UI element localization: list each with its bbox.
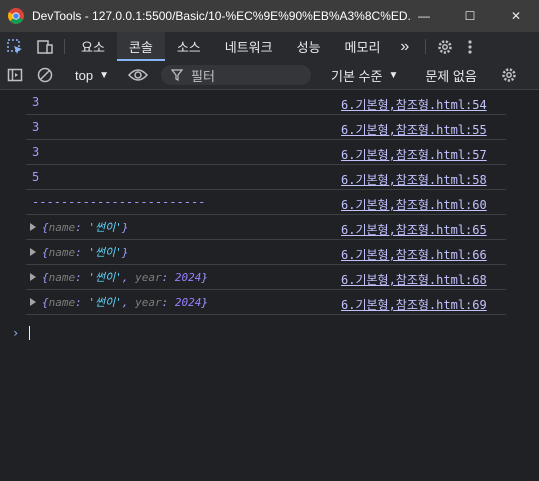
source-link[interactable]: 6.기본형,참조형.html:55 <box>341 121 503 138</box>
minimize-button[interactable]: — <box>401 0 447 32</box>
maximize-button[interactable]: ☐ <box>447 0 493 32</box>
devtools-tabbar: 요소 콘솔 소스 네트워크 성능 메모리 » <box>0 32 539 62</box>
property-value: 2024 <box>174 271 202 284</box>
tab-console[interactable]: 콘솔 <box>116 32 165 61</box>
gear-icon <box>502 68 516 82</box>
sidebar-toggle-button[interactable] <box>0 67 30 83</box>
console-message-row[interactable]: {name: '썬이'} 6.기본형,참조형.html:65 <box>26 215 506 240</box>
property-value: 2024 <box>174 296 202 309</box>
gear-icon <box>438 39 453 54</box>
source-link[interactable]: 6.기본형,참조형.html:60 <box>341 196 503 213</box>
close-icon: ✕ <box>510 9 522 23</box>
property-key: name <box>48 221 76 234</box>
dropdown-arrow-icon: ▼ <box>388 69 399 81</box>
source-link[interactable]: 6.기본형,참조형.html:66 <box>341 246 503 263</box>
console-message-row: 3 6.기본형,참조형.html:54 <box>26 90 506 115</box>
filter-input[interactable]: 필터 <box>160 65 311 85</box>
console-message-row: ------------------------ 6.기본형,참조형.html:… <box>26 190 506 215</box>
filter-placeholder: 필터 <box>190 68 215 84</box>
issues-indicator[interactable]: 문제 없음 <box>417 66 484 85</box>
divider <box>64 39 65 54</box>
divider <box>425 39 427 54</box>
console-prompt[interactable]: › <box>12 326 31 340</box>
maximize-icon: ☐ <box>464 9 476 23</box>
source-link[interactable]: 6.기본형,참조형.html:57 <box>341 146 503 163</box>
tab-network[interactable]: 네트워크 <box>213 32 285 61</box>
log-levels-label: 기본 수준 <box>330 68 383 84</box>
console-message-row[interactable]: {name: '썬이', year: 2024} 6.기본형,참조형.html:… <box>26 290 506 315</box>
context-selector[interactable]: top ▼ <box>69 68 115 83</box>
expand-triangle-icon[interactable] <box>30 248 36 256</box>
source-link[interactable]: 6.기본형,참조형.html:68 <box>341 271 503 288</box>
window-title: DevTools - 127.0.0.1:5500/Basic/10-%EC%9… <box>32 9 412 23</box>
device-toolbar-button[interactable] <box>30 32 60 61</box>
tab-elements[interactable]: 요소 <box>69 32 117 61</box>
property-value: '썬이' <box>88 296 122 309</box>
console-message-row: 3 6.기본형,참조형.html:57 <box>26 140 506 165</box>
property-key: name <box>48 246 76 259</box>
more-tabs-button[interactable]: » <box>392 32 417 61</box>
property-key: year <box>135 271 162 284</box>
console-message-row[interactable]: {name: '썬이', year: 2024} 6.기본형,참조형.html:… <box>26 265 506 290</box>
expand-triangle-icon[interactable] <box>30 273 36 281</box>
settings-button[interactable] <box>430 32 460 61</box>
device-icon <box>37 39 53 54</box>
sidebar-icon <box>7 68 23 82</box>
clear-icon <box>37 67 53 83</box>
window-titlebar: DevTools - 127.0.0.1:5500/Basic/10-%EC%9… <box>0 0 539 32</box>
log-levels-dropdown[interactable]: 기본 수준 ▼ <box>321 66 408 85</box>
console-message-row: 3 6.기본형,참조형.html:55 <box>26 115 506 140</box>
chrome-icon <box>8 8 24 24</box>
expand-triangle-icon[interactable] <box>30 298 36 306</box>
console-message-row[interactable]: {name: '썬이'} 6.기본형,참조형.html:66 <box>26 240 506 265</box>
eye-icon <box>127 69 148 81</box>
clear-console-button[interactable] <box>30 67 60 83</box>
property-key: year <box>135 296 162 309</box>
property-value: '썬이' <box>88 221 122 234</box>
property-key: name <box>48 296 76 309</box>
filter-icon <box>170 69 183 81</box>
inspect-icon <box>7 38 22 54</box>
source-link[interactable]: 6.기본형,참조형.html:54 <box>341 96 503 113</box>
property-key: name <box>48 271 76 284</box>
source-link[interactable]: 6.기본형,참조형.html:65 <box>341 221 503 238</box>
tab-sources[interactable]: 소스 <box>165 32 213 61</box>
console-toolbar: top ▼ 필터 기본 수준 ▼ 문제 없음 <box>0 61 539 90</box>
kebab-menu-icon <box>468 39 472 54</box>
property-value: '썬이' <box>88 246 122 259</box>
source-link[interactable]: 6.기본형,참조형.html:58 <box>341 171 503 188</box>
console-message-row: 5 6.기본형,참조형.html:58 <box>26 165 506 190</box>
source-link[interactable]: 6.기본형,참조형.html:69 <box>341 296 503 313</box>
prompt-chevron-icon: › <box>12 326 20 340</box>
close-button[interactable]: ✕ <box>493 0 539 32</box>
console-output: 3 6.기본형,참조형.html:54 3 6.기본형,참조형.html:55 … <box>0 90 539 315</box>
more-options-button[interactable] <box>460 32 480 61</box>
tab-performance[interactable]: 성능 <box>285 32 333 61</box>
live-expression-button[interactable] <box>124 68 152 82</box>
console-settings-button[interactable] <box>494 66 524 84</box>
tab-memory[interactable]: 메모리 <box>333 32 393 61</box>
property-value: '썬이' <box>88 271 122 284</box>
text-caret <box>29 326 31 340</box>
expand-triangle-icon[interactable] <box>30 223 36 231</box>
context-label: top <box>75 67 94 83</box>
inspect-element-button[interactable] <box>0 32 30 61</box>
minimize-icon: — <box>418 9 430 23</box>
dropdown-arrow-icon: ▼ <box>99 69 109 81</box>
